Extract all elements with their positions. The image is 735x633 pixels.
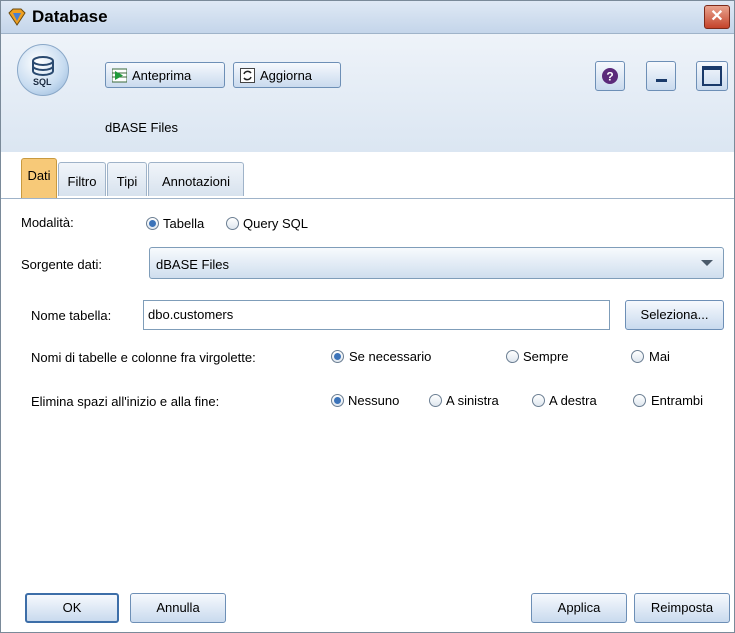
svg-text:?: ?	[606, 70, 613, 84]
chevron-down-icon	[701, 260, 713, 266]
quote-never-label[interactable]: Mai	[649, 349, 670, 364]
trim-label: Elimina spazi all'inizio e alla fine:	[31, 394, 220, 409]
help-icon: ?	[602, 68, 618, 84]
diamond-node-icon	[8, 8, 26, 26]
tab-filtro[interactable]: Filtro	[58, 162, 106, 196]
tab-panel-divider	[1, 198, 734, 199]
trim-none-label[interactable]: Nessuno	[348, 393, 399, 408]
ok-button[interactable]: OK	[25, 593, 119, 623]
mode-table-label[interactable]: Tabella	[163, 216, 204, 231]
close-button[interactable]: ✕	[704, 5, 730, 29]
table-name-input[interactable]: dbo.customers	[143, 300, 610, 330]
quote-always-radio[interactable]	[506, 350, 519, 363]
refresh-label: Aggiorna	[260, 68, 313, 83]
preview-button[interactable]: Anteprima	[105, 62, 225, 88]
refresh-button[interactable]: Aggiorna	[233, 62, 341, 88]
quote-always-label[interactable]: Sempre	[523, 349, 569, 364]
table-name-label: Nome tabella:	[31, 308, 112, 323]
close-icon: ✕	[710, 8, 724, 25]
maximize-icon	[702, 66, 722, 86]
mode-table-radio[interactable]	[146, 217, 159, 230]
tab-annotazioni-label: Annotazioni	[162, 174, 230, 189]
trim-left-label[interactable]: A sinistra	[446, 393, 499, 408]
database-dialog: Database ✕ SQL Anteprima Aggiorna ? dBAS…	[0, 0, 735, 633]
preview-label: Anteprima	[132, 68, 192, 83]
cancel-button[interactable]: Annulla	[130, 593, 226, 623]
tab-annotazioni[interactable]: Annotazioni	[148, 162, 244, 196]
quote-never-radio[interactable]	[631, 350, 644, 363]
apply-button[interactable]: Applica	[531, 593, 627, 623]
quote-label: Nomi di tabelle e colonne fra virgolette…	[31, 350, 256, 365]
quote-if-needed-radio[interactable]	[331, 350, 344, 363]
minimize-button[interactable]	[646, 61, 676, 91]
trim-right-label[interactable]: A destra	[549, 393, 597, 408]
sql-icon-text: SQL	[33, 77, 52, 87]
minimize-icon	[656, 79, 667, 82]
window-title: Database	[32, 7, 108, 26]
source-label: Sorgente dati:	[21, 257, 102, 272]
refresh-icon	[240, 68, 255, 83]
maximize-button[interactable]	[696, 61, 728, 91]
node-label: dBASE Files	[105, 120, 178, 135]
mode-label: Modalità:	[21, 215, 74, 230]
source-select[interactable]: dBASE Files	[149, 247, 724, 279]
tab-tipi-label: Tipi	[116, 174, 138, 189]
source-value: dBASE Files	[156, 257, 229, 272]
toolbar: SQL Anteprima Aggiorna ? dBASE Files	[1, 34, 734, 152]
database-sql-icon: SQL	[17, 44, 69, 96]
preview-table-icon	[112, 68, 127, 83]
trim-left-radio[interactable]	[429, 394, 442, 407]
database-cylinder-icon	[32, 56, 54, 76]
tab-filtro-label: Filtro	[67, 174, 97, 189]
mode-sql-radio[interactable]	[226, 217, 239, 230]
trim-none-radio[interactable]	[331, 394, 344, 407]
trim-right-radio[interactable]	[532, 394, 545, 407]
mode-sql-label[interactable]: Query SQL	[243, 216, 308, 231]
tab-dati[interactable]: Dati	[21, 158, 57, 198]
reset-button[interactable]: Reimposta	[634, 593, 730, 623]
trim-both-radio[interactable]	[633, 394, 646, 407]
quote-if-needed-label[interactable]: Se necessario	[349, 349, 431, 364]
tab-tipi[interactable]: Tipi	[107, 162, 147, 196]
select-table-button[interactable]: Seleziona...	[625, 300, 724, 330]
tab-dati-label: Dati	[27, 168, 51, 183]
help-button[interactable]: ?	[595, 61, 625, 91]
title-bar[interactable]: Database ✕	[1, 1, 734, 34]
trim-both-label[interactable]: Entrambi	[651, 393, 703, 408]
